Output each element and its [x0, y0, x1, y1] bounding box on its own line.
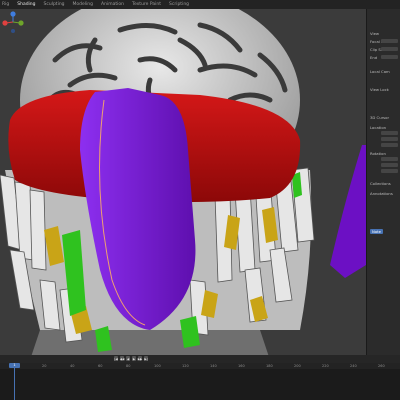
frame-tick: 100 — [154, 364, 161, 368]
playback-controls: |◀ ◀◀ ◀ ▶ ▶▶ ▶| — [114, 356, 148, 362]
frame-ruler[interactable]: 0 20 40 60 80 100 120 140 160 180 200 22… — [0, 363, 400, 369]
panel-label-rotation: Rotation — [370, 151, 386, 156]
jump-start-button[interactable]: |◀ — [114, 356, 118, 361]
purple-shard[interactable] — [330, 145, 366, 278]
panel-label-3d-cursor[interactable]: 3D Cursor — [370, 115, 389, 120]
cursor-rotation-x-field[interactable] — [381, 157, 398, 161]
frame-tick: 40 — [70, 364, 75, 368]
frame-tick: 180 — [266, 364, 273, 368]
clip-end-field[interactable] — [381, 55, 398, 59]
panel-label-annotations[interactable]: Annotations — [370, 191, 393, 196]
frame-tick: 80 — [126, 364, 131, 368]
tab-texture-paint[interactable]: Texture Paint — [132, 2, 161, 7]
tab-shading[interactable]: Shading — [17, 2, 35, 7]
tab-sculpting[interactable]: Sculpting — [44, 2, 65, 7]
panel-label-view-lock[interactable]: View Lock — [370, 87, 389, 92]
sidebar-properties-panel: View Focal Len Clip Start End Local Cam … — [366, 9, 400, 355]
frame-tick: 220 — [322, 364, 329, 368]
frame-tick: 60 — [98, 364, 103, 368]
cursor-rotation-z-field[interactable] — [381, 169, 398, 173]
current-frame-badge[interactable]: 1 — [9, 363, 20, 368]
play-button[interactable]: ▶ — [132, 356, 136, 361]
panel-label-local-camera: Local Cam — [370, 69, 390, 74]
focal-length-field[interactable] — [381, 39, 398, 43]
cursor-location-y-field[interactable] — [381, 137, 398, 141]
clip-start-field[interactable] — [381, 47, 398, 51]
cursor-location-z-field[interactable] — [381, 143, 398, 147]
panel-label-collections[interactable]: Collections — [370, 181, 391, 186]
3d-viewport[interactable] — [0, 9, 366, 355]
jump-keyframe-back-button[interactable]: ◀◀ — [120, 356, 124, 361]
panel-label-view[interactable]: View — [370, 31, 379, 36]
frame-tick: 160 — [238, 364, 245, 368]
frame-tick: 120 — [182, 364, 189, 368]
panel-label-location: Location — [370, 125, 387, 130]
cursor-rotation-y-field[interactable] — [381, 163, 398, 167]
frame-tick: 200 — [294, 364, 301, 368]
frame-tick: 260 — [378, 364, 385, 368]
annotation-layer-note[interactable]: Note — [370, 229, 383, 234]
tab-scripting[interactable]: Scripting — [169, 2, 189, 7]
play-reverse-button[interactable]: ◀ — [126, 356, 130, 361]
frame-tick: 140 — [210, 364, 217, 368]
tab-modeling[interactable]: Modeling — [73, 2, 93, 7]
tab-rig[interactable]: Rig — [2, 2, 9, 7]
viewport-scene — [0, 9, 366, 355]
tab-animation[interactable]: Animation — [101, 2, 124, 7]
frame-tick: 240 — [350, 364, 357, 368]
timeline-playhead[interactable] — [14, 363, 15, 400]
jump-keyframe-forward-button[interactable]: ▶▶ — [138, 356, 142, 361]
gizmo-neg-z[interactable] — [11, 29, 15, 33]
cursor-location-x-field[interactable] — [381, 131, 398, 135]
workspace-tab-bar: Rig Shading Sculpting Modeling Animation… — [0, 0, 400, 9]
jump-end-button[interactable]: ▶| — [144, 356, 148, 361]
panel-label-clip-end: End — [370, 55, 378, 60]
frame-tick: 20 — [42, 364, 47, 368]
timeline-header — [0, 355, 400, 363]
timeline-editor[interactable]: 0 20 40 60 80 100 120 140 160 180 200 22… — [0, 363, 400, 400]
navigation-gizmo[interactable] — [0, 9, 26, 35]
